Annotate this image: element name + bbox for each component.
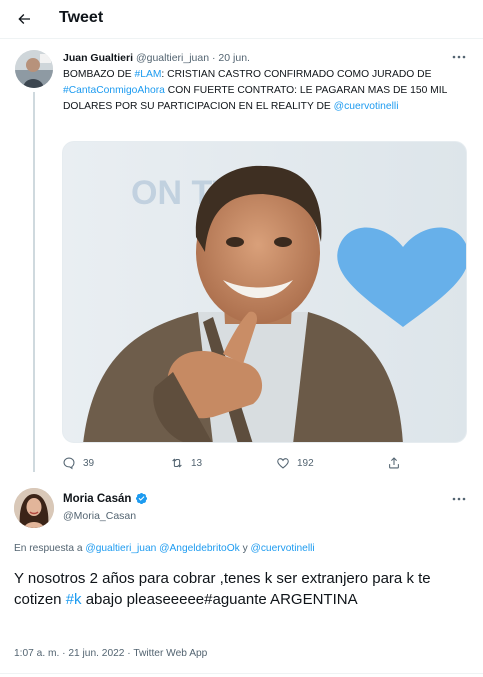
tweet-timestamp: 1:07 a. m. · 21 jun. 2022 · Twitter Web … xyxy=(14,648,207,659)
text-segment: BOMBAZO DE xyxy=(63,69,135,80)
reply-button[interactable]: 39 xyxy=(62,456,94,470)
share-icon xyxy=(389,457,399,469)
reply-context: En respuesta a @gualtieri_juan @Angeldeb… xyxy=(14,543,315,554)
tweet-header: Juan Gualtieri @gualtieri_juan · 20 jun. xyxy=(63,52,250,64)
mention-link[interactable]: @gualtieri_juan xyxy=(85,543,156,554)
media-photo: ON TV xyxy=(63,142,466,442)
like-count: 192 xyxy=(297,457,314,469)
tweet-text: Y nosotros 2 años para cobrar ,tenes k s… xyxy=(14,568,474,610)
heart-icon xyxy=(277,458,289,469)
author-name[interactable]: Juan Gualtieri xyxy=(63,52,133,64)
avatar-photo xyxy=(15,50,53,88)
hashtag-link[interactable]: #k xyxy=(66,591,82,608)
page-title: Tweet xyxy=(59,9,104,26)
avatar[interactable] xyxy=(15,50,53,88)
author-handle[interactable]: @Moria_Casan xyxy=(63,510,136,522)
author-handle[interactable]: @gualtieri_juan xyxy=(136,52,209,64)
reply-prefix: En respuesta a xyxy=(14,543,86,554)
author-name-row: Moria Casán xyxy=(63,492,148,505)
tweet-date[interactable]: 20 jun. xyxy=(218,52,250,64)
reply-count: 39 xyxy=(83,457,95,469)
text-segment: : CRISTIAN CASTRO CONFIRMADO COMO JURADO… xyxy=(161,69,432,80)
reply-icon xyxy=(63,457,75,470)
author-name[interactable]: Moria Casán xyxy=(63,493,131,505)
tweet-media[interactable]: ON TV xyxy=(62,141,467,443)
tweet-actions: 39 13 192 xyxy=(62,456,467,472)
separator: · xyxy=(124,648,134,659)
avatar-photo xyxy=(14,488,54,528)
more-icon xyxy=(452,55,466,59)
mention-link[interactable]: @cuervotinelli xyxy=(334,101,399,112)
retweet-button[interactable]: 13 xyxy=(170,456,202,470)
more-options-button[interactable] xyxy=(450,492,468,504)
more-options-button[interactable] xyxy=(450,50,468,62)
retweet-count: 13 xyxy=(191,457,203,469)
mention-link[interactable]: @cuervotinelli xyxy=(251,543,315,554)
more-icon xyxy=(452,497,466,501)
tweet-date[interactable]: 21 jun. 2022 xyxy=(68,648,124,659)
back-button[interactable] xyxy=(12,7,36,31)
tweet-source[interactable]: Twitter Web App xyxy=(133,648,207,659)
share-button[interactable] xyxy=(387,456,401,470)
verified-badge-icon xyxy=(136,492,148,505)
avatar[interactable] xyxy=(14,488,54,528)
divider xyxy=(0,673,483,674)
reply-and: y xyxy=(239,543,251,554)
like-button[interactable]: 192 xyxy=(276,456,314,470)
retweet-icon xyxy=(172,458,182,468)
thread-line xyxy=(33,92,35,472)
top-bar: Tweet xyxy=(0,0,483,38)
hashtag-link[interactable]: #LAM xyxy=(135,69,162,80)
tweet-text: BOMBAZO DE #LAM: CRISTIAN CASTRO CONFIRM… xyxy=(63,67,468,114)
mention-link[interactable]: @AngeldebritoOk xyxy=(159,543,240,554)
hashtag-link[interactable]: #CantaConmigoAhora xyxy=(63,85,165,96)
divider xyxy=(0,38,483,39)
arrow-left-icon xyxy=(18,14,30,24)
text-segment: abajo pleaseeeee#aguante ARGENTINA xyxy=(81,591,358,608)
tweet-time[interactable]: 1:07 a. m. xyxy=(14,648,59,659)
